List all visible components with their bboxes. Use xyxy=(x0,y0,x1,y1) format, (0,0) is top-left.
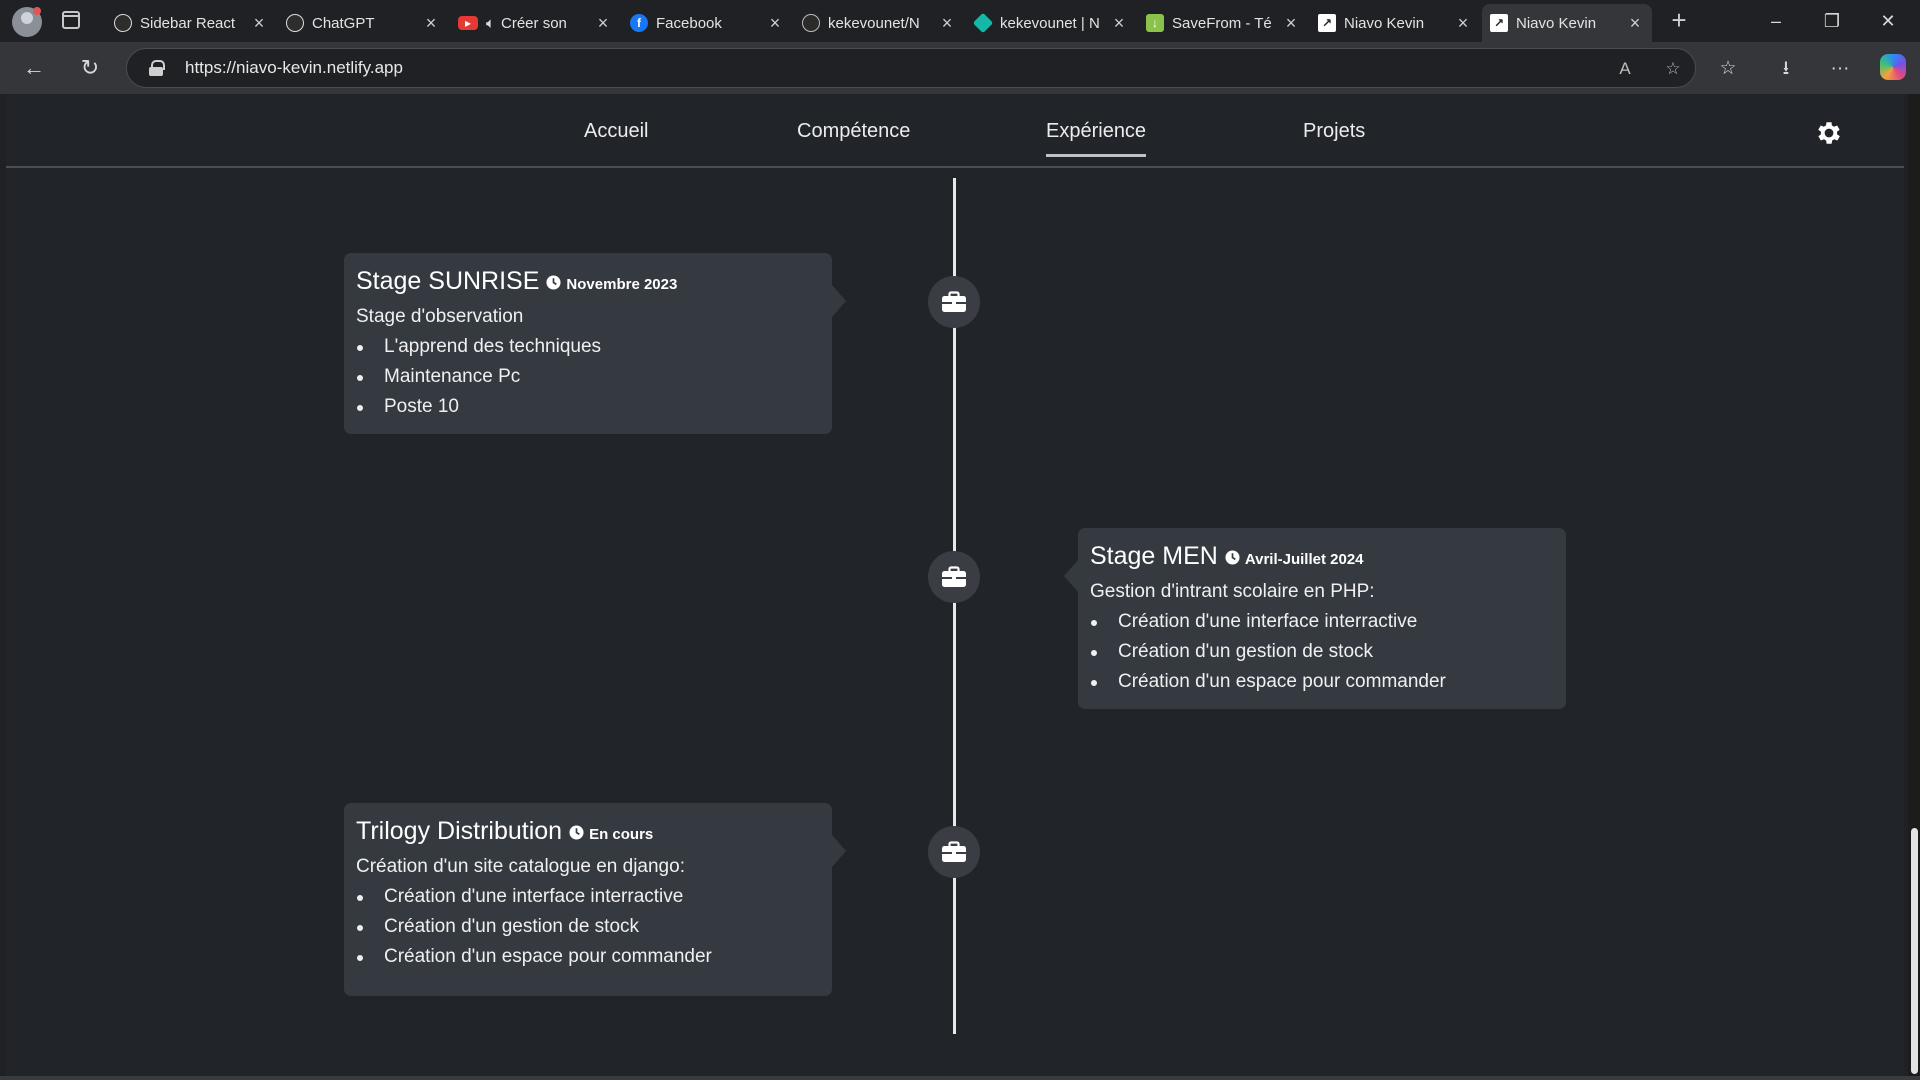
tab-title: Sidebar React xyxy=(140,14,236,32)
clock-icon xyxy=(569,825,584,840)
clock-icon xyxy=(1225,550,1240,565)
briefcase-icon xyxy=(928,276,980,328)
close-window-icon[interactable]: ✕ xyxy=(1868,6,1908,36)
nav-link-experience[interactable]: Expérience xyxy=(1046,120,1147,157)
browser-tab[interactable]: ▸ 🔈︎ Créer son × xyxy=(450,4,620,42)
lock-icon[interactable] xyxy=(149,60,165,76)
chatgpt-icon xyxy=(286,14,304,32)
card-list: Création d'une interface interractive Cr… xyxy=(356,882,820,972)
address-bar: ← ↻ https://niavo-kevin.netlify.app A ☆ … xyxy=(0,42,1920,94)
browser-tab[interactable]: f Facebook × xyxy=(622,4,792,42)
browser-tab[interactable]: Sidebar React × xyxy=(106,4,276,42)
chart-icon: ↗ xyxy=(1490,14,1508,32)
close-icon[interactable]: × xyxy=(422,13,440,34)
chatgpt-icon xyxy=(114,14,132,32)
github-icon xyxy=(802,14,820,32)
downloads-icon[interactable]: ⭳ xyxy=(1772,55,1800,83)
url-field[interactable]: https://niavo-kevin.netlify.app A ☆ xyxy=(126,48,1696,88)
list-item: Création d'un espace pour commander xyxy=(1090,667,1554,697)
browser-tab[interactable]: ↓ SaveFrom - Té × xyxy=(1138,4,1308,42)
card-list: Création d'une interface interractive Cr… xyxy=(1090,607,1554,697)
facebook-icon: f xyxy=(630,14,648,32)
close-icon[interactable]: × xyxy=(250,13,268,34)
browser-tab[interactable]: kekevounet | N × xyxy=(966,4,1136,42)
close-icon[interactable]: × xyxy=(1282,13,1300,34)
chart-icon: ↗ xyxy=(1318,14,1336,32)
more-menu-icon[interactable]: ··· xyxy=(1826,55,1854,83)
timeline-card: Stage SUNRISE Novembre 2023 Stage d'obse… xyxy=(344,253,846,434)
list-item: Création d'une interface interractive xyxy=(1090,607,1554,637)
card-list: L'apprend des techniques Maintenance Pc … xyxy=(356,332,820,422)
favorites-icon[interactable]: ☆ xyxy=(1714,55,1742,83)
top-navigation: Accueil Compétence Expérience Projets xyxy=(6,94,1904,168)
card-title: Stage SUNRISE xyxy=(356,267,540,295)
youtube-icon: ▸ xyxy=(458,16,478,30)
close-icon[interactable]: × xyxy=(1454,13,1472,34)
clock-icon xyxy=(546,275,561,290)
tab-title: kekevounet/N xyxy=(828,14,920,32)
briefcase-icon xyxy=(928,826,980,878)
tab-actions-icon[interactable] xyxy=(62,11,80,29)
card-description: Gestion d'intrant scolaire en PHP: xyxy=(1090,581,1375,602)
list-item: Création d'une interface interractive xyxy=(356,882,820,912)
list-item: Maintenance Pc xyxy=(356,362,820,392)
list-item: Création d'un espace pour commander xyxy=(356,942,820,972)
favorite-star-icon[interactable]: ☆ xyxy=(1661,57,1685,81)
timeline-card: Trilogy Distribution En cours Création d… xyxy=(344,803,846,996)
url-text[interactable]: https://niavo-kevin.netlify.app xyxy=(185,58,403,78)
list-item: Poste 10 xyxy=(356,392,820,422)
briefcase-icon xyxy=(928,551,980,603)
list-item: L'apprend des techniques xyxy=(356,332,820,362)
tab-title: Créer son xyxy=(501,14,567,32)
tab-title: ChatGPT xyxy=(312,14,375,32)
reload-icon[interactable]: ↻ xyxy=(74,52,106,84)
close-icon[interactable]: × xyxy=(938,13,956,34)
savefrom-icon: ↓ xyxy=(1146,14,1164,32)
card-description: Création d'un site catalogue en django: xyxy=(356,856,685,877)
card-date: En cours xyxy=(589,826,654,843)
netlify-icon xyxy=(972,12,994,34)
page-content: Accueil Compétence Expérience Projets St… xyxy=(6,94,1904,1076)
browser-tab[interactable]: ↗ Niavo Kevin × xyxy=(1310,4,1480,42)
close-icon[interactable]: × xyxy=(1110,13,1128,34)
close-icon[interactable]: × xyxy=(766,13,784,34)
restore-icon[interactable]: ❐ xyxy=(1812,6,1852,36)
scrollbar-thumb[interactable] xyxy=(1911,828,1918,1074)
minimize-icon[interactable]: – xyxy=(1756,6,1796,36)
copilot-icon[interactable] xyxy=(1880,54,1906,80)
timeline-card: Stage MEN Avril-Juillet 2024 Gestion d'i… xyxy=(1064,528,1566,709)
nav-link-accueil[interactable]: Accueil xyxy=(584,120,648,143)
browser-tab[interactable]: ChatGPT × xyxy=(278,4,448,42)
browser-tab-active[interactable]: ↗ Niavo Kevin × xyxy=(1482,4,1652,42)
tab-title: Niavo Kevin xyxy=(1516,14,1597,32)
back-icon[interactable]: ← xyxy=(18,52,50,84)
close-icon[interactable]: × xyxy=(594,13,612,34)
card-title: Stage MEN xyxy=(1090,542,1218,570)
tab-title: Facebook xyxy=(656,14,722,32)
new-tab-button[interactable]: + xyxy=(1664,6,1694,36)
card-date: Novembre 2023 xyxy=(566,276,678,293)
scrollbar[interactable] xyxy=(1908,94,1920,1080)
profile-notification-dot xyxy=(33,7,41,15)
speaker-icon[interactable]: 🔈︎ xyxy=(486,15,495,32)
card-date: Avril-Juillet 2024 xyxy=(1244,551,1364,568)
close-icon[interactable]: × xyxy=(1626,13,1644,34)
nav-link-projets[interactable]: Projets xyxy=(1303,120,1365,143)
card-description: Stage d'observation xyxy=(356,306,524,327)
window-bottom-edge xyxy=(0,1076,1920,1080)
gear-icon[interactable] xyxy=(1814,118,1844,148)
tab-title: SaveFrom - Té xyxy=(1172,14,1272,32)
read-aloud-icon[interactable]: A xyxy=(1613,57,1637,81)
list-item: Création d'un gestion de stock xyxy=(1090,637,1554,667)
nav-link-competence[interactable]: Compétence xyxy=(797,120,910,143)
list-item: Création d'un gestion de stock xyxy=(356,912,820,942)
browser-tab[interactable]: kekevounet/N × xyxy=(794,4,964,42)
browser-tab-bar: Sidebar React × ChatGPT × ▸ 🔈︎ Créer son… xyxy=(0,0,1920,42)
tab-title: kekevounet | N xyxy=(1000,14,1100,32)
tab-title: Niavo Kevin xyxy=(1344,14,1425,32)
card-title: Trilogy Distribution xyxy=(356,817,563,845)
